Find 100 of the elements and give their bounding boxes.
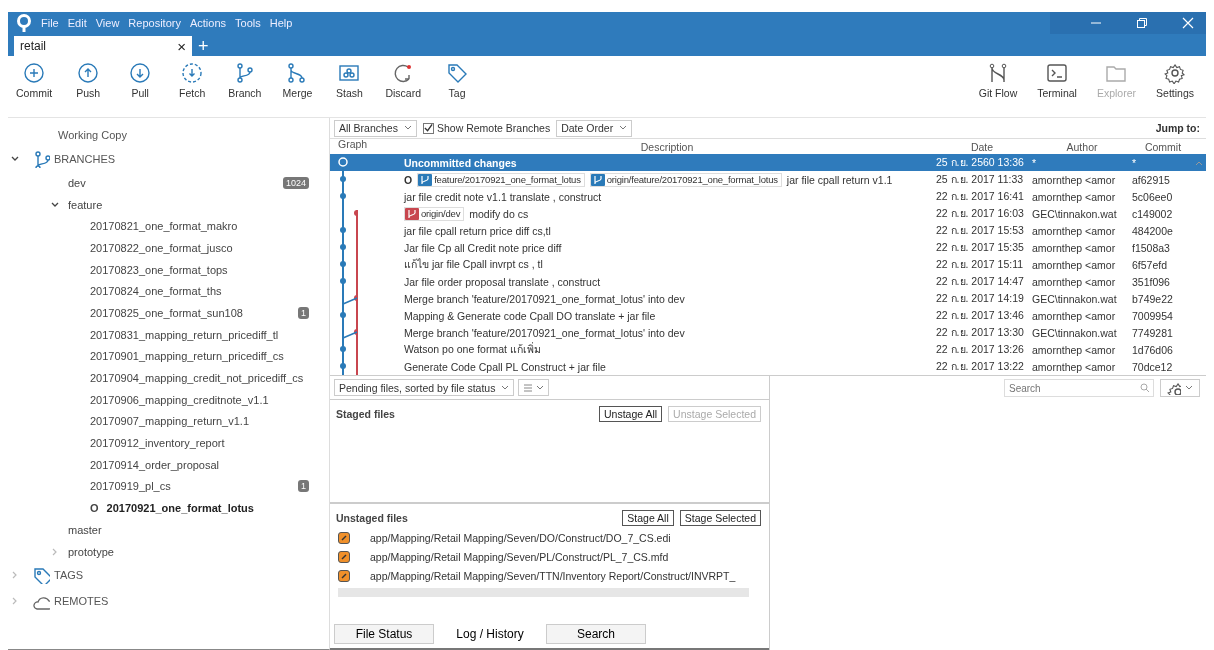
view-tab[interactable]: Search xyxy=(546,624,646,644)
column-header[interactable]: Description xyxy=(404,140,930,153)
view-mode-dropdown[interactable] xyxy=(518,379,550,396)
file-path[interactable]: app/Mapping/Retail Mapping/Seven/TTN/Inventory Report/Construct/INVRPT_ xyxy=(370,569,736,582)
toolbar-button[interactable]: Tag xyxy=(433,62,482,99)
branch-icon xyxy=(32,150,50,168)
toolbar-button[interactable]: Git Flow xyxy=(970,62,1026,99)
branch-label[interactable]: feature/20170921_one_format_lotus xyxy=(417,172,585,187)
column-header[interactable]: Author xyxy=(1032,140,1132,153)
count-badge: 1024 xyxy=(282,176,309,189)
commit-row[interactable]: Merge branch 'feature/20170921_one_format_lotus' into dev 22 ก.ย. 2017 13:30 GEC\tinnakon.wat 7749281 xyxy=(330,324,1206,341)
branch-item[interactable]: 20170921_one_format_lotus xyxy=(106,502,254,515)
repo-tab[interactable]: retail × xyxy=(14,36,192,56)
branch-item[interactable]: dev xyxy=(68,176,86,189)
section-header[interactable]: TAGS xyxy=(54,569,84,582)
commit-row[interactable]: Jar file order proposal translate , construct 22 ก.ย. 2017 14:47 amornthep <amor 351f096 xyxy=(330,273,1206,290)
app-logo-icon xyxy=(16,14,32,32)
scroll-up-icon[interactable] xyxy=(1195,160,1203,166)
date-cell-text: 22 ก.ย. 2017 15:35 xyxy=(936,240,1025,255)
show-remote-checkbox[interactable]: Show Remote Branches xyxy=(422,122,551,134)
branch-item[interactable]: 20170914_order_proposal xyxy=(90,458,220,471)
toolbar-button[interactable]: Stash xyxy=(325,62,374,99)
search-field[interactable]: Search xyxy=(1004,379,1154,397)
column-header[interactable]: Graph xyxy=(330,138,404,155)
commit-row[interactable]: Watson po one format แก้เพิ่ม 22 ก.ย. 2017 13:26 amornthep <amor 1d76d06 xyxy=(330,341,1206,358)
author-cell-text: amornthep <amor xyxy=(1032,360,1117,373)
column-header[interactable]: Commit xyxy=(1132,140,1194,153)
hash-cell-text: b749e22 xyxy=(1132,292,1174,305)
menu-item[interactable]: File xyxy=(41,17,59,29)
commit-row[interactable]: Merge branch 'feature/20170921_one_format_lotus' into dev 22 ก.ย. 2017 14:19 GEC\tinnakon.wat b749e22 xyxy=(330,290,1206,307)
author-cell-text: amornthep <amor xyxy=(1032,258,1117,271)
toolbar-button[interactable]: Settings xyxy=(1148,62,1202,99)
commit-row[interactable]: Uncommitted changes 25 ก.ย. 2560 13:36 * * xyxy=(330,154,1206,171)
commit-row[interactable]: Generate Code Cpall PL Construct + jar file 22 ก.ย. 2017 13:22 amornthep <amor 70dce12 xyxy=(330,358,1206,375)
commit-row[interactable]: แก้ไข jar file Cpall invrpt cs , tl 22 ก.ย. 2017 15:11 amornthep <amor 6f57efd xyxy=(330,256,1206,273)
section-header[interactable]: BRANCHES xyxy=(54,153,116,165)
date-cell-text: 22 ก.ย. 2017 16:41 xyxy=(936,189,1025,204)
file-path[interactable]: app/Mapping/Retail Mapping/Seven/DO/Construct/DO_7_CS.edi xyxy=(370,531,671,544)
menu-item[interactable]: Repository xyxy=(128,17,181,29)
hash-cell-text: c149002 xyxy=(1132,207,1174,220)
menu-item[interactable]: Actions xyxy=(189,17,226,29)
hash-cell-text: 70dce12 xyxy=(1132,360,1174,373)
branch-item[interactable]: prototype xyxy=(68,545,114,558)
commit-row[interactable]: Jar file Cp all Credit note price diff 22 ก.ย. 2017 15:35 amornthep <amor f1508a3 xyxy=(330,239,1206,256)
sort-order-dropdown[interactable]: Date Order xyxy=(556,119,633,137)
commit-row[interactable]: jar file cpall return price diff cs,tl 22 ก.ย. 2017 15:53 amornthep <amor 484200e xyxy=(330,222,1206,239)
section-header[interactable]: REMOTES xyxy=(54,595,109,608)
horizontal-scrollbar[interactable] xyxy=(338,588,749,597)
commit-row[interactable]: Mapping & Generate code Cpall DO translate + jar file 22 ก.ย. 2017 13:46 amornthep <amor 7009954 xyxy=(330,307,1206,324)
close-tab-button[interactable]: × xyxy=(177,38,186,54)
working-copy-item[interactable]: Working Copy xyxy=(8,124,329,146)
branch-item[interactable]: 20170824_one_format_ths xyxy=(90,285,222,298)
commit-message: Watson po one format แก้เพิ่ม xyxy=(404,341,541,357)
branch-item[interactable]: 20170831_mapping_return_pricediff_tl xyxy=(90,328,279,341)
view-tab[interactable]: File Status xyxy=(334,624,434,644)
stage-button[interactable]: Unstage All xyxy=(599,406,663,422)
branch-item[interactable]: 20170907_mapping_return_v1.1 xyxy=(90,415,250,428)
column-header[interactable]: Date xyxy=(936,140,1028,153)
branch-label[interactable]: origin/dev xyxy=(404,206,465,221)
branch-item[interactable]: feature xyxy=(68,198,103,211)
author-cell-text: * xyxy=(1032,156,1038,169)
toolbar-button[interactable]: Commit xyxy=(8,62,61,99)
commit-row[interactable]: O feature/20170921_one_format_lotus origin/feature/20170921_one_format_lotus jar file cpall return v1.1 25 ก.ย. 2017 11:33 amornthep <amor af62915 xyxy=(330,171,1206,188)
file-path[interactable]: app/Mapping/Retail Mapping/Seven/PL/Construct/PL_7_CS.mfd xyxy=(370,550,669,563)
branch-item[interactable]: 20170906_mapping_creditnote_v1.1 xyxy=(90,393,269,406)
branch-item[interactable]: 20170912_inventory_report xyxy=(90,437,225,450)
branch-item[interactable]: 20170919_pl_cs xyxy=(90,480,171,493)
hash-cell-text: af62915 xyxy=(1132,173,1171,186)
restore-icon[interactable] xyxy=(1136,17,1148,29)
down-arrow-circle-icon xyxy=(129,62,152,84)
settings-dropdown[interactable] xyxy=(1160,379,1200,397)
branch-item[interactable]: master xyxy=(68,523,102,536)
branch-item[interactable]: 20170901_mapping_return_pricediff_cs xyxy=(90,350,284,363)
commit-message: jar file cpall return price diff cs,tl xyxy=(404,224,551,237)
branch-item[interactable]: 20170904_mapping_credit_not_pricediff_cs xyxy=(90,372,304,385)
toolbar-button[interactable]: Fetch xyxy=(168,62,217,99)
stage-button[interactable]: Stage All xyxy=(622,510,674,526)
close-icon[interactable] xyxy=(1182,17,1194,29)
menu-item[interactable]: Help xyxy=(269,17,293,29)
sort-files-dropdown[interactable]: Pending files, sorted by file status xyxy=(334,379,515,396)
toolbar-button[interactable]: Merge xyxy=(273,62,322,99)
toolbar-button[interactable]: Push xyxy=(64,62,113,99)
branch-filter-dropdown[interactable]: All Branches xyxy=(334,119,417,137)
menu-item[interactable]: Edit xyxy=(67,17,87,29)
branch-item[interactable]: 20170825_one_format_sun108 xyxy=(90,306,243,319)
hash-cell-text: * xyxy=(1132,156,1138,169)
branch-item[interactable]: 20170823_one_format_tops xyxy=(90,263,228,276)
branch-item[interactable]: 20170822_one_format_jusco xyxy=(90,241,233,254)
toolbar-button[interactable]: Terminal xyxy=(1029,62,1085,99)
toolbar-button[interactable]: Branch xyxy=(220,62,270,99)
new-tab-button[interactable]: + xyxy=(192,36,215,56)
stage-button[interactable]: Stage Selected xyxy=(679,510,761,526)
toolbar-button[interactable]: Pull xyxy=(116,62,165,99)
menu-item[interactable]: View xyxy=(95,17,120,29)
branch-item[interactable]: 20170821_one_format_makro xyxy=(90,220,238,233)
commit-row[interactable]: origin/dev modify do cs 22 ก.ย. 2017 16:03 GEC\tinnakon.wat c149002 xyxy=(330,205,1206,222)
toolbar-button[interactable]: Discard xyxy=(377,62,430,99)
menu-item[interactable]: Tools xyxy=(235,17,261,29)
commit-row[interactable]: jar file credit note v1.1 translate , construct 22 ก.ย. 2017 16:41 amornthep <amor 5c06ee0 xyxy=(330,188,1206,205)
branch-label[interactable]: origin/feature/20170921_one_format_lotus xyxy=(589,172,782,187)
